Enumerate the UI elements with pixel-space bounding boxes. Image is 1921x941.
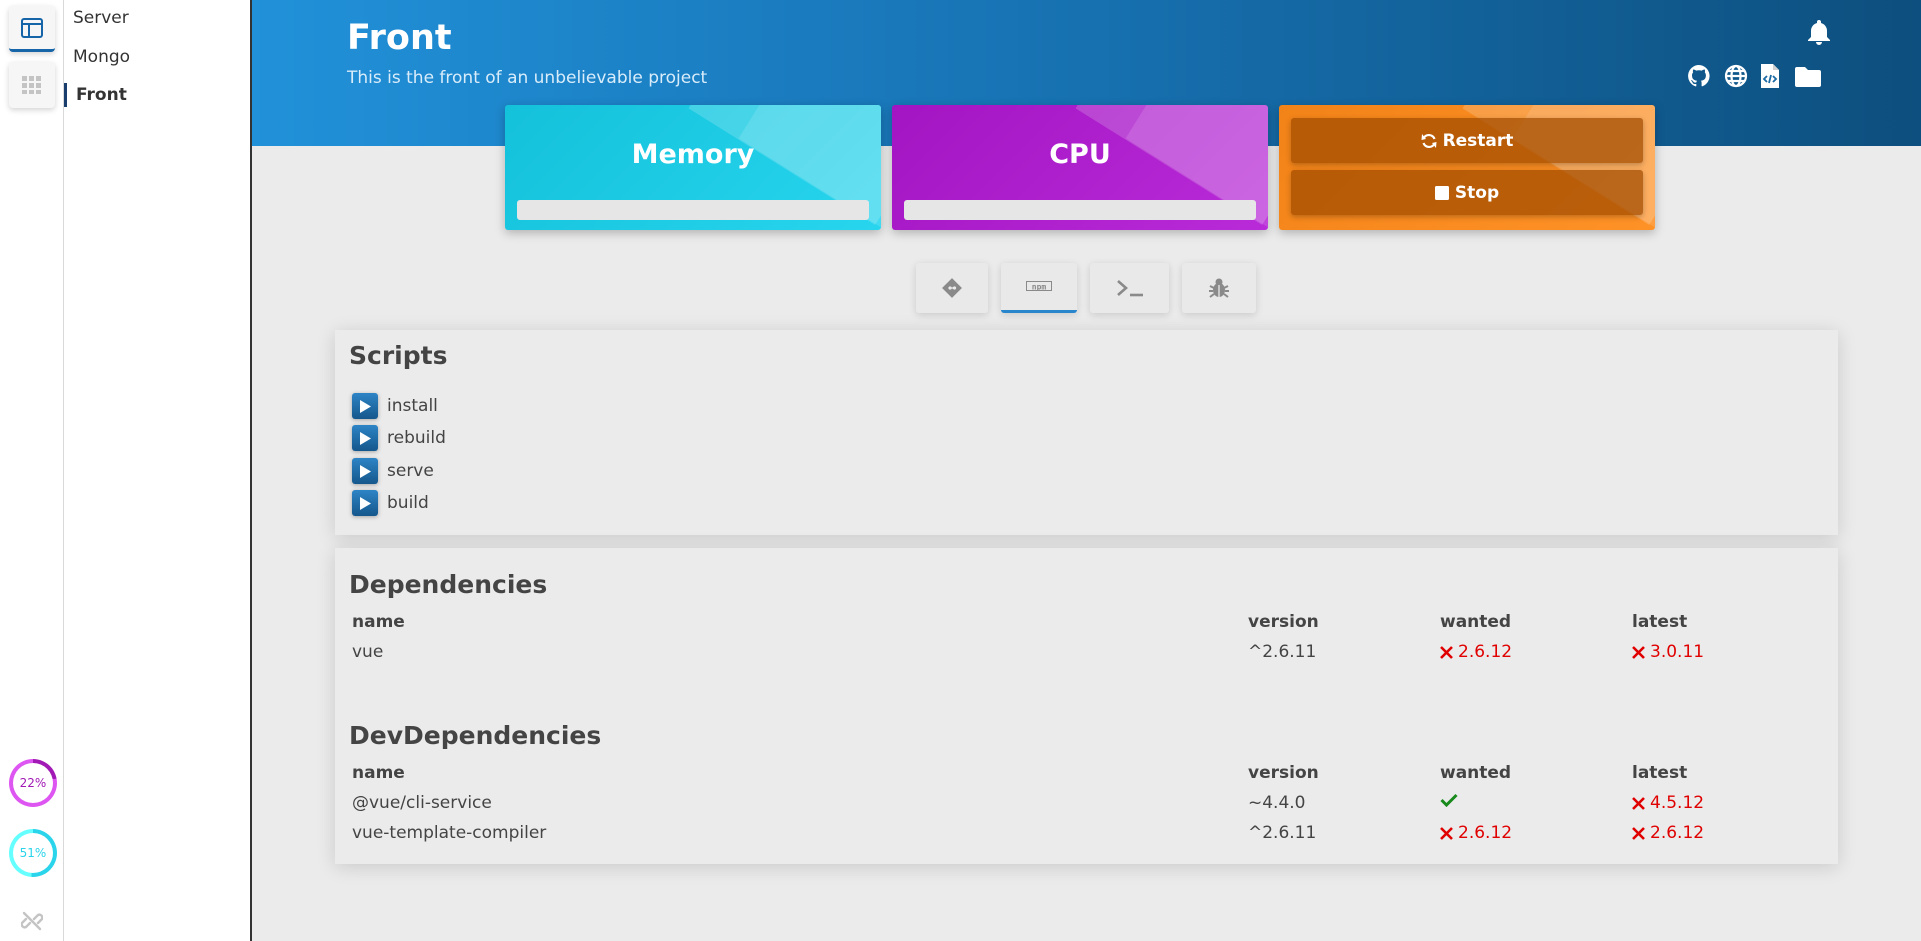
latest-version: 4.5.12 xyxy=(1650,793,1705,813)
tab-debug[interactable] xyxy=(1182,263,1256,313)
layout-view-button[interactable] xyxy=(9,6,55,52)
dev-dependency-version: ^2.6.11 xyxy=(1248,823,1317,843)
bell-icon[interactable] xyxy=(1806,18,1832,46)
refresh-icon xyxy=(1421,133,1437,148)
git-icon xyxy=(942,278,962,298)
dependency-version: ^2.6.11 xyxy=(1248,642,1317,662)
grid-icon xyxy=(22,76,41,94)
scripts-title: Scripts xyxy=(349,341,448,370)
play-icon xyxy=(360,399,371,413)
svg-text:npm: npm xyxy=(1032,282,1047,291)
dev-dependency-name: @vue/cli-service xyxy=(352,793,492,813)
cpu-card-title: CPU xyxy=(1049,139,1111,170)
restart-button[interactable]: Restart xyxy=(1291,118,1643,163)
column-header-name: name xyxy=(352,612,405,632)
page-title: Front xyxy=(347,18,452,58)
script-row: serve xyxy=(352,458,434,484)
icon-rail: 22% 51% xyxy=(0,0,64,941)
memory-card-title: Memory xyxy=(631,139,755,170)
script-row: build xyxy=(352,490,429,516)
run-script-serve-button[interactable] xyxy=(352,458,378,484)
cross-icon xyxy=(1632,645,1645,659)
controls-card: Restart Stop xyxy=(1279,105,1655,230)
stop-button-label: Stop xyxy=(1454,182,1500,203)
wanted-version: 2.6.12 xyxy=(1458,642,1513,662)
memory-progress-bar xyxy=(517,200,869,220)
play-icon xyxy=(360,496,371,510)
project-item-server[interactable]: Server xyxy=(69,6,129,30)
restart-button-label: Restart xyxy=(1442,130,1514,151)
play-icon xyxy=(360,431,371,445)
dev-dependency-version: ~4.4.0 xyxy=(1248,793,1306,813)
column-header-version: version xyxy=(1248,612,1319,632)
column-header-wanted: wanted xyxy=(1440,763,1512,783)
tab-npm[interactable]: npm xyxy=(1001,263,1077,313)
run-script-build-button[interactable] xyxy=(352,490,378,516)
dev-dependency-name: vue-template-compiler xyxy=(352,823,547,843)
column-header-wanted: wanted xyxy=(1440,612,1512,632)
run-script-install-button[interactable] xyxy=(352,393,378,419)
check-icon xyxy=(1440,793,1458,807)
tab-terminal[interactable] xyxy=(1090,263,1169,313)
bug-icon xyxy=(1209,278,1229,298)
cpu-usage-label: 22% xyxy=(13,763,53,803)
stop-button[interactable]: Stop xyxy=(1291,170,1643,215)
dependencies-panel: Dependencies name version wanted latest … xyxy=(335,548,1838,864)
latest-version: 2.6.12 xyxy=(1650,823,1705,843)
memory-card: Memory xyxy=(505,105,881,230)
cross-icon xyxy=(1632,796,1645,810)
script-row: install xyxy=(352,393,438,419)
cross-icon xyxy=(1440,826,1453,840)
script-name: serve xyxy=(387,461,434,481)
column-header-version: version xyxy=(1248,763,1319,783)
dependency-wanted: 2.6.12 xyxy=(1440,642,1512,662)
column-header-name: name xyxy=(352,763,405,783)
memory-usage-ring: 51% xyxy=(9,829,57,877)
terminal-icon xyxy=(1116,280,1143,297)
wanted-version: 2.6.12 xyxy=(1458,823,1513,843)
globe-icon[interactable] xyxy=(1724,64,1748,88)
disconnect-button[interactable] xyxy=(9,900,55,941)
layout-icon xyxy=(21,17,43,38)
cpu-usage-ring: 22% xyxy=(9,759,57,807)
script-row: rebuild xyxy=(352,425,446,451)
code-file-icon[interactable] xyxy=(1760,63,1780,89)
project-item-front[interactable]: Front xyxy=(64,83,127,107)
page-subtitle: This is the front of an unbelievable pro… xyxy=(347,68,708,88)
dependency-name: vue xyxy=(352,642,384,662)
dependencies-title: Dependencies xyxy=(349,570,548,599)
column-header-latest: latest xyxy=(1632,763,1688,783)
script-name: build xyxy=(387,493,429,513)
cross-icon xyxy=(1440,645,1453,659)
latest-version: 3.0.11 xyxy=(1650,642,1705,662)
dev-dependency-wanted xyxy=(1440,793,1458,807)
cpu-progress-bar xyxy=(904,200,1256,220)
play-icon xyxy=(360,464,371,478)
unlink-icon xyxy=(21,911,43,930)
cross-icon xyxy=(1632,826,1645,840)
folder-icon[interactable] xyxy=(1794,66,1822,88)
project-list: Server Mongo Front xyxy=(64,0,252,941)
script-name: install xyxy=(387,396,438,416)
script-name: rebuild xyxy=(387,428,446,448)
dev-dependencies-title: DevDependencies xyxy=(349,721,602,750)
dev-dependency-wanted: 2.6.12 xyxy=(1440,823,1512,843)
npm-icon: npm xyxy=(1026,280,1052,291)
tab-git[interactable] xyxy=(916,263,988,313)
github-icon[interactable] xyxy=(1687,64,1711,88)
scripts-panel: Scripts install rebuild serve build xyxy=(335,330,1838,535)
column-header-latest: latest xyxy=(1632,612,1688,632)
run-script-rebuild-button[interactable] xyxy=(352,425,378,451)
cpu-card: CPU xyxy=(892,105,1268,230)
project-item-mongo[interactable]: Mongo xyxy=(69,45,130,69)
grid-view-button[interactable] xyxy=(9,62,55,108)
stop-icon xyxy=(1434,185,1449,200)
dev-dependency-latest: 4.5.12 xyxy=(1632,793,1704,813)
memory-usage-label: 51% xyxy=(13,833,53,873)
dependency-latest: 3.0.11 xyxy=(1632,642,1704,662)
dev-dependency-latest: 2.6.12 xyxy=(1632,823,1704,843)
